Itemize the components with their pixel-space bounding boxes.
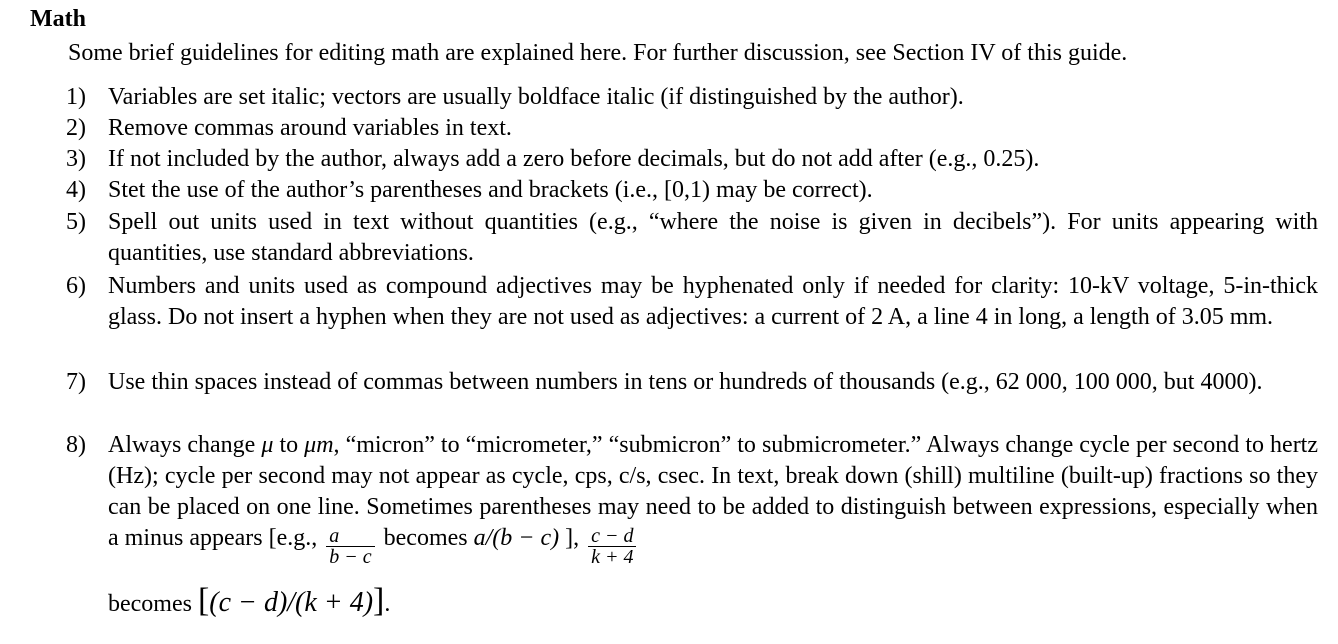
document-page: Math Some brief guidelines for editing m… [0, 0, 1338, 644]
list-item: 6) Numbers and units used as compound ad… [66, 271, 1318, 333]
list-item: 3) If not included by the author, always… [66, 144, 1318, 175]
fraction-denominator: k + 4 [591, 546, 634, 568]
item-text: If not included by the author, always ad… [108, 146, 1040, 172]
item-number: 1) [66, 84, 86, 110]
text-run: . [384, 591, 391, 617]
fraction-numerator: a [326, 526, 375, 547]
list-item: 8) Always change μ to μm, “micron” to “m… [66, 430, 1318, 620]
bracket-close: ] [373, 582, 385, 619]
list-item: 1) Variables are set italic; vectors are… [66, 82, 1318, 113]
item-number: 8) [66, 432, 86, 458]
list-item: 2) Remove commas around variables in tex… [66, 113, 1318, 144]
section-heading: Math [30, 6, 86, 32]
list-item: 7) Use thin spaces instead of commas bet… [66, 367, 1318, 398]
item-number: 7) [66, 369, 86, 395]
item-number: 3) [66, 146, 86, 172]
final-line: becomes [(c − d)/(k + 4)]. [108, 584, 391, 620]
fraction-numerator: c − d [588, 526, 637, 547]
fraction-c-minus-d-over-k-plus-4: c − dk + 4 [588, 526, 637, 568]
item-number: 2) [66, 115, 86, 141]
text-run: becomes [377, 525, 474, 551]
text-run: Always change [108, 432, 262, 458]
list-item: 5) Spell out units used in text without … [66, 207, 1318, 269]
item-text: Remove commas around variables in text. [108, 115, 512, 141]
math-symbol: μm [304, 432, 334, 458]
fraction-a-over-b-minus-c: ab − c [326, 526, 375, 568]
item-number: 4) [66, 177, 86, 203]
math-symbol: μ [261, 432, 274, 458]
item-text: Spell out units used in text without qua… [108, 209, 1318, 266]
item-text: Use thin spaces instead of commas betwee… [108, 369, 1263, 395]
text-run: to [273, 432, 305, 458]
math-expression: (c − d)/(k + 4) [209, 587, 374, 618]
item-text: Always change μ to μm, “micron” to “micr… [108, 430, 1318, 620]
text-run: becomes [108, 591, 198, 617]
item-number: 6) [66, 273, 86, 299]
item-number: 5) [66, 209, 86, 235]
intro-paragraph: Some brief guidelines for editing math a… [68, 40, 1128, 66]
math-expression: a/(b − c) [473, 525, 560, 551]
list-item: 4) Stet the use of the author’s parenthe… [66, 175, 1318, 206]
item-text: Numbers and units used as compound adjec… [108, 273, 1318, 330]
bracket-open: [ [197, 582, 210, 619]
item-text: Stet the use of the author’s parentheses… [108, 177, 873, 203]
text-run: ], [559, 525, 586, 551]
fraction-denominator: b − c [329, 546, 372, 568]
item-text: Variables are set italic; vectors are us… [108, 84, 964, 110]
